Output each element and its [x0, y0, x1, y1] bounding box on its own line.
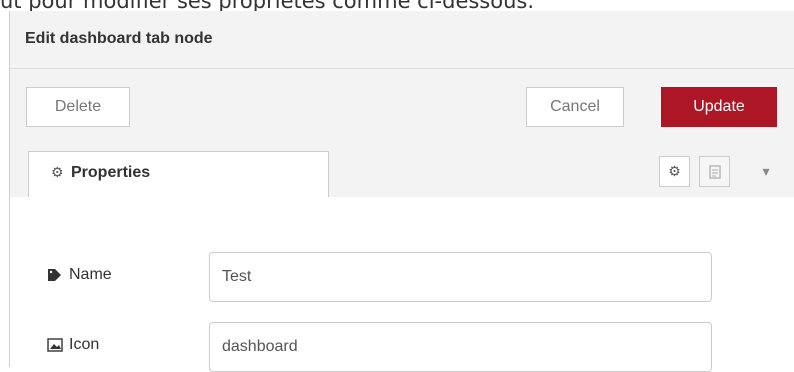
tray-title: Edit dashboard tab node: [25, 30, 213, 47]
properties-form: Name Icon: [10, 197, 794, 372]
update-button[interactable]: Update: [661, 87, 777, 127]
gear-icon: ⚙: [51, 164, 64, 180]
gear-icon: ⚙: [668, 163, 681, 179]
caret-down-icon: ▾: [762, 163, 770, 179]
settings-toggle-button[interactable]: ⚙: [659, 156, 690, 187]
document-caption-text: ut pour modifier ses propriétés comme ci…: [0, 0, 794, 11]
tab-bar: ⚙ Properties ⚙ ▾: [10, 144, 794, 198]
tray-header: Edit dashboard tab node: [10, 11, 794, 69]
delete-button[interactable]: Delete: [26, 87, 130, 127]
image-icon: [47, 338, 63, 355]
tab-properties[interactable]: ⚙ Properties: [28, 151, 329, 198]
name-label: Name: [69, 266, 112, 283]
more-tabs-button[interactable]: ▾: [755, 156, 777, 187]
icon-row: Icon: [10, 322, 794, 372]
icon-label: Icon: [69, 336, 100, 353]
icon-input[interactable]: [209, 322, 712, 372]
edit-tray: Edit dashboard tab node Delete Cancel Up…: [9, 11, 794, 372]
tray-toolbar: Delete Cancel Update: [10, 69, 794, 145]
tag-icon: [47, 268, 63, 285]
description-toggle-button[interactable]: [699, 156, 730, 187]
name-row: Name: [10, 252, 794, 302]
cancel-button[interactable]: Cancel: [526, 87, 624, 127]
name-input[interactable]: [209, 252, 712, 302]
tab-properties-label: Properties: [71, 164, 151, 181]
document-icon: [708, 164, 721, 179]
